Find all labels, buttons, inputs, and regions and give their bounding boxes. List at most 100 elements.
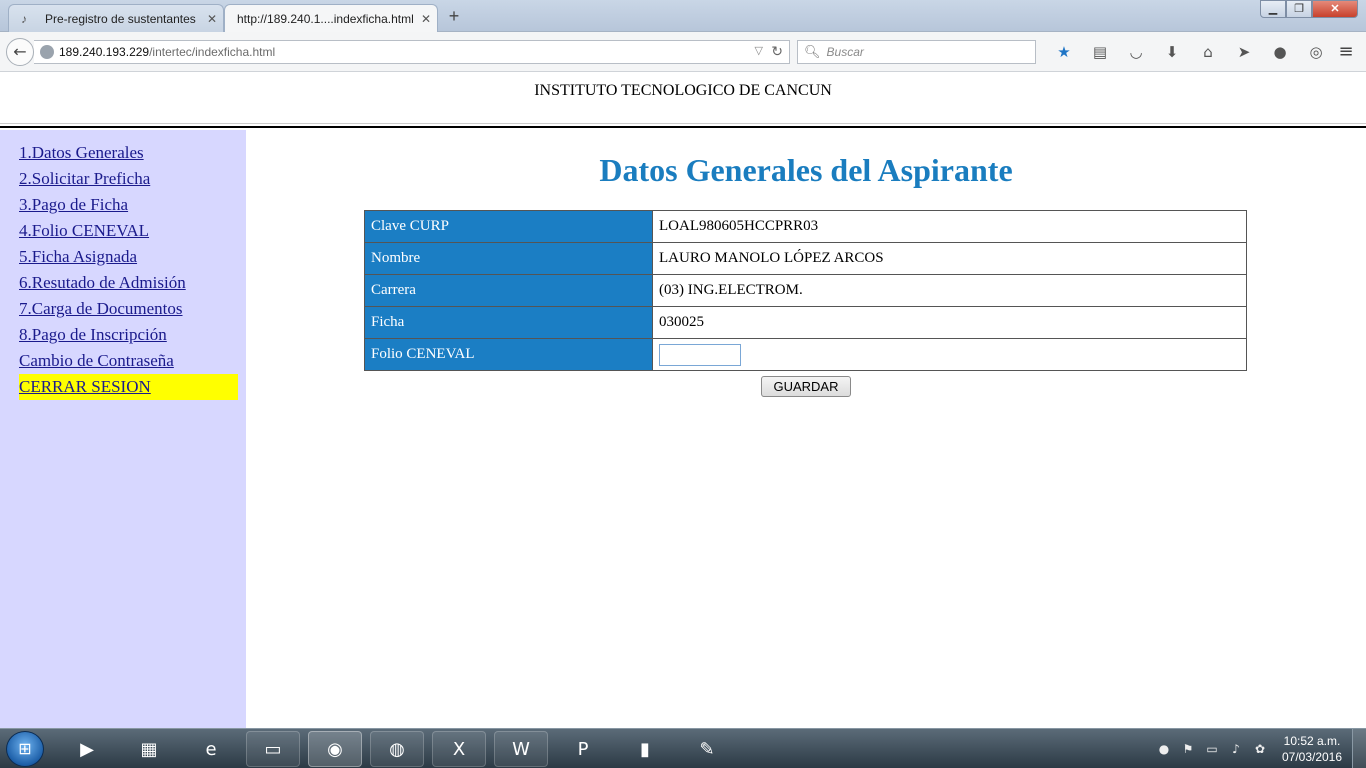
- system-tray: ● ⚑ ▭ ♪ ✿ 10:52 a.m. 07/03/2016: [1152, 729, 1366, 768]
- row-label: Nombre: [364, 242, 653, 275]
- sidebar-item-pago-ficha: 3.Pago de Ficha: [19, 192, 238, 218]
- url-path: /intertec/indexficha.html: [149, 45, 276, 59]
- file-explorer-icon[interactable]: ▭: [246, 731, 300, 767]
- close-window-button[interactable]: ✕: [1312, 0, 1358, 18]
- window-controls: ▁ ❐ ✕: [1260, 0, 1358, 18]
- row-value: (03) ING.ELECTROM.: [652, 274, 1247, 307]
- bookmark-star-icon[interactable]: ★: [1046, 40, 1082, 64]
- tab-title: http://189.240.1....indexficha.html: [237, 11, 414, 26]
- bookmarks-list-icon[interactable]: ▤: [1082, 40, 1118, 64]
- chrome-icon[interactable]: ◍: [370, 731, 424, 767]
- powerpoint-icon[interactable]: P: [556, 731, 610, 767]
- sidebar-link[interactable]: 8.Pago de Inscripción: [19, 325, 167, 344]
- row-label: Ficha: [364, 306, 653, 339]
- network-icon[interactable]: ▭: [1200, 742, 1224, 756]
- sidebar-link[interactable]: 7.Carga de Documentos: [19, 299, 183, 318]
- globe-icon: [40, 45, 54, 59]
- sidebar-link[interactable]: 2.Solicitar Preficha: [19, 169, 150, 188]
- start-button[interactable]: ⊞: [6, 731, 44, 767]
- sidebar-item-cambio-contrasena: Cambio de Contraseña: [19, 348, 238, 374]
- word-icon[interactable]: W: [494, 731, 548, 767]
- table-row: Nombre LAURO MANOLO LÓPEZ ARCOS: [364, 242, 1247, 275]
- sidebar-link[interactable]: 4.Folio CENEVAL: [19, 221, 149, 240]
- clock-date: 07/03/2016: [1281, 750, 1343, 764]
- table-row: Carrera (03) ING.ELECTROM.: [364, 274, 1247, 307]
- chat-icon[interactable]: ●: [1262, 40, 1298, 64]
- menu-icon[interactable]: ≡: [1334, 40, 1358, 64]
- excel-icon[interactable]: X: [432, 731, 486, 767]
- firefox-icon[interactable]: ◉: [308, 731, 362, 767]
- page-header: INSTITUTO TECNOLOGICO DE CANCUN: [0, 72, 1366, 128]
- navigation-bar: ← 189.240.193.229/intertec/indexficha.ht…: [0, 32, 1366, 72]
- tab-title: Pre-registro de sustentantes: [45, 11, 196, 26]
- sidebar: 1.Datos Generales 2.Solicitar Preficha 3…: [0, 130, 246, 728]
- applicant-data-table: Clave CURP LOAL980605HCCPRR03 Nombre LAU…: [364, 210, 1247, 371]
- sidebar-link[interactable]: 6.Resutado de Admisión: [19, 273, 186, 292]
- sidebar-item-cerrar-sesion: CERRAR SESION: [19, 374, 238, 400]
- browser-tab-bar: ♪ Pre-registro de sustentantes ✕ http://…: [0, 0, 1366, 32]
- minimize-button[interactable]: ▁: [1260, 0, 1286, 18]
- close-tab-icon[interactable]: ✕: [201, 12, 223, 26]
- sidebar-link[interactable]: 3.Pago de Ficha: [19, 195, 128, 214]
- sidebar-item-folio-ceneval: 4.Folio CENEVAL: [19, 218, 238, 244]
- pocket-icon[interactable]: ◡: [1118, 40, 1154, 64]
- address-bar[interactable]: 189.240.193.229/intertec/indexficha.html…: [34, 40, 790, 64]
- news-app-icon[interactable]: ▦: [122, 731, 176, 767]
- sidebar-link[interactable]: 1.Datos Generales: [19, 143, 144, 162]
- page-icon: ♪: [21, 11, 27, 26]
- home-icon[interactable]: ⌂: [1190, 40, 1226, 64]
- maximize-button[interactable]: ❐: [1286, 0, 1312, 18]
- sidebar-item-pago-inscripcion: 8.Pago de Inscripción: [19, 322, 238, 348]
- sidebar-item-carga-documentos: 7.Carga de Documentos: [19, 296, 238, 322]
- sidebar-link[interactable]: 5.Ficha Asignada: [19, 247, 137, 266]
- back-button[interactable]: ←: [6, 38, 34, 66]
- toolbar-icons: ★ ▤ ◡ ⬇ ⌂ ➤ ● ◎: [1046, 40, 1334, 64]
- clock-time: 10:52 a.m.: [1283, 734, 1341, 748]
- divider: [0, 123, 1366, 124]
- internet-explorer-icon[interactable]: e: [184, 731, 238, 767]
- avast-icon[interactable]: ●: [1152, 742, 1176, 756]
- save-button[interactable]: GUARDAR: [761, 376, 851, 397]
- windows-logo-icon: ⊞: [18, 739, 32, 758]
- volume-icon[interactable]: ♪: [1224, 742, 1248, 756]
- row-value-cell: [652, 338, 1247, 371]
- download-icon[interactable]: ⬇: [1154, 40, 1190, 64]
- sidebar-menu: 1.Datos Generales 2.Solicitar Preficha 3…: [19, 140, 238, 400]
- page-title: Datos Generales del Aspirante: [599, 152, 1013, 188]
- paint-icon[interactable]: ✎: [680, 731, 734, 767]
- table-row: Folio CENEVAL: [364, 338, 1247, 371]
- page-viewport: INSTITUTO TECNOLOGICO DE CANCUN 1.Datos …: [0, 72, 1366, 728]
- sidebar-item-datos-generales: 1.Datos Generales: [19, 140, 238, 166]
- tab-indexficha[interactable]: http://189.240.1....indexficha.html ✕: [224, 4, 438, 32]
- logout-link[interactable]: CERRAR SESION: [19, 377, 151, 396]
- close-tab-icon[interactable]: ✕: [415, 12, 437, 26]
- action-center-flag-icon[interactable]: ⚑: [1176, 742, 1200, 756]
- table-row: Ficha 030025: [364, 306, 1247, 339]
- url-host: 189.240.193.229: [59, 45, 150, 59]
- clock[interactable]: 10:52 a.m. 07/03/2016: [1272, 733, 1352, 765]
- media-player-icon[interactable]: ▶: [60, 731, 114, 767]
- search-icon: 🔍︎: [804, 44, 821, 59]
- folio-ceneval-input[interactable]: [659, 343, 741, 366]
- pdf-reader-icon[interactable]: ▮: [618, 731, 672, 767]
- row-label: Clave CURP: [364, 210, 653, 243]
- dropdown-arrow-icon[interactable]: ▽: [755, 44, 763, 57]
- sidebar-item-ficha-asignada: 5.Ficha Asignada: [19, 244, 238, 270]
- institution-name: INSTITUTO TECNOLOGICO DE CANCUN: [534, 82, 832, 99]
- row-label: Carrera: [364, 274, 653, 307]
- taskbar: ⊞ ▶ ▦ e ▭ ◉ ◍ X W P ▮ ✎ ● ⚑ ▭ ♪ ✿ 10:52 …: [0, 728, 1366, 768]
- search-input[interactable]: 🔍︎ Buscar: [797, 40, 1036, 64]
- search-placeholder: Buscar: [826, 45, 864, 59]
- sync-tray-icon[interactable]: ✿: [1248, 742, 1272, 756]
- new-tab-button[interactable]: +: [444, 6, 464, 26]
- row-label: Folio CENEVAL: [364, 338, 653, 371]
- send-icon[interactable]: ➤: [1226, 40, 1262, 64]
- main-content: Datos Generales del Aspirante Clave CURP…: [246, 130, 1366, 728]
- sidebar-link[interactable]: Cambio de Contraseña: [19, 351, 174, 370]
- row-value: LOAL980605HCCPRR03: [652, 210, 1247, 243]
- show-desktop-button[interactable]: [1352, 729, 1366, 768]
- sync-icon[interactable]: ◎: [1298, 40, 1334, 64]
- reload-icon[interactable]: ↻: [771, 43, 783, 60]
- sidebar-item-solicitar-preficha: 2.Solicitar Preficha: [19, 166, 238, 192]
- tab-pre-registro[interactable]: ♪ Pre-registro de sustentantes ✕: [8, 4, 224, 32]
